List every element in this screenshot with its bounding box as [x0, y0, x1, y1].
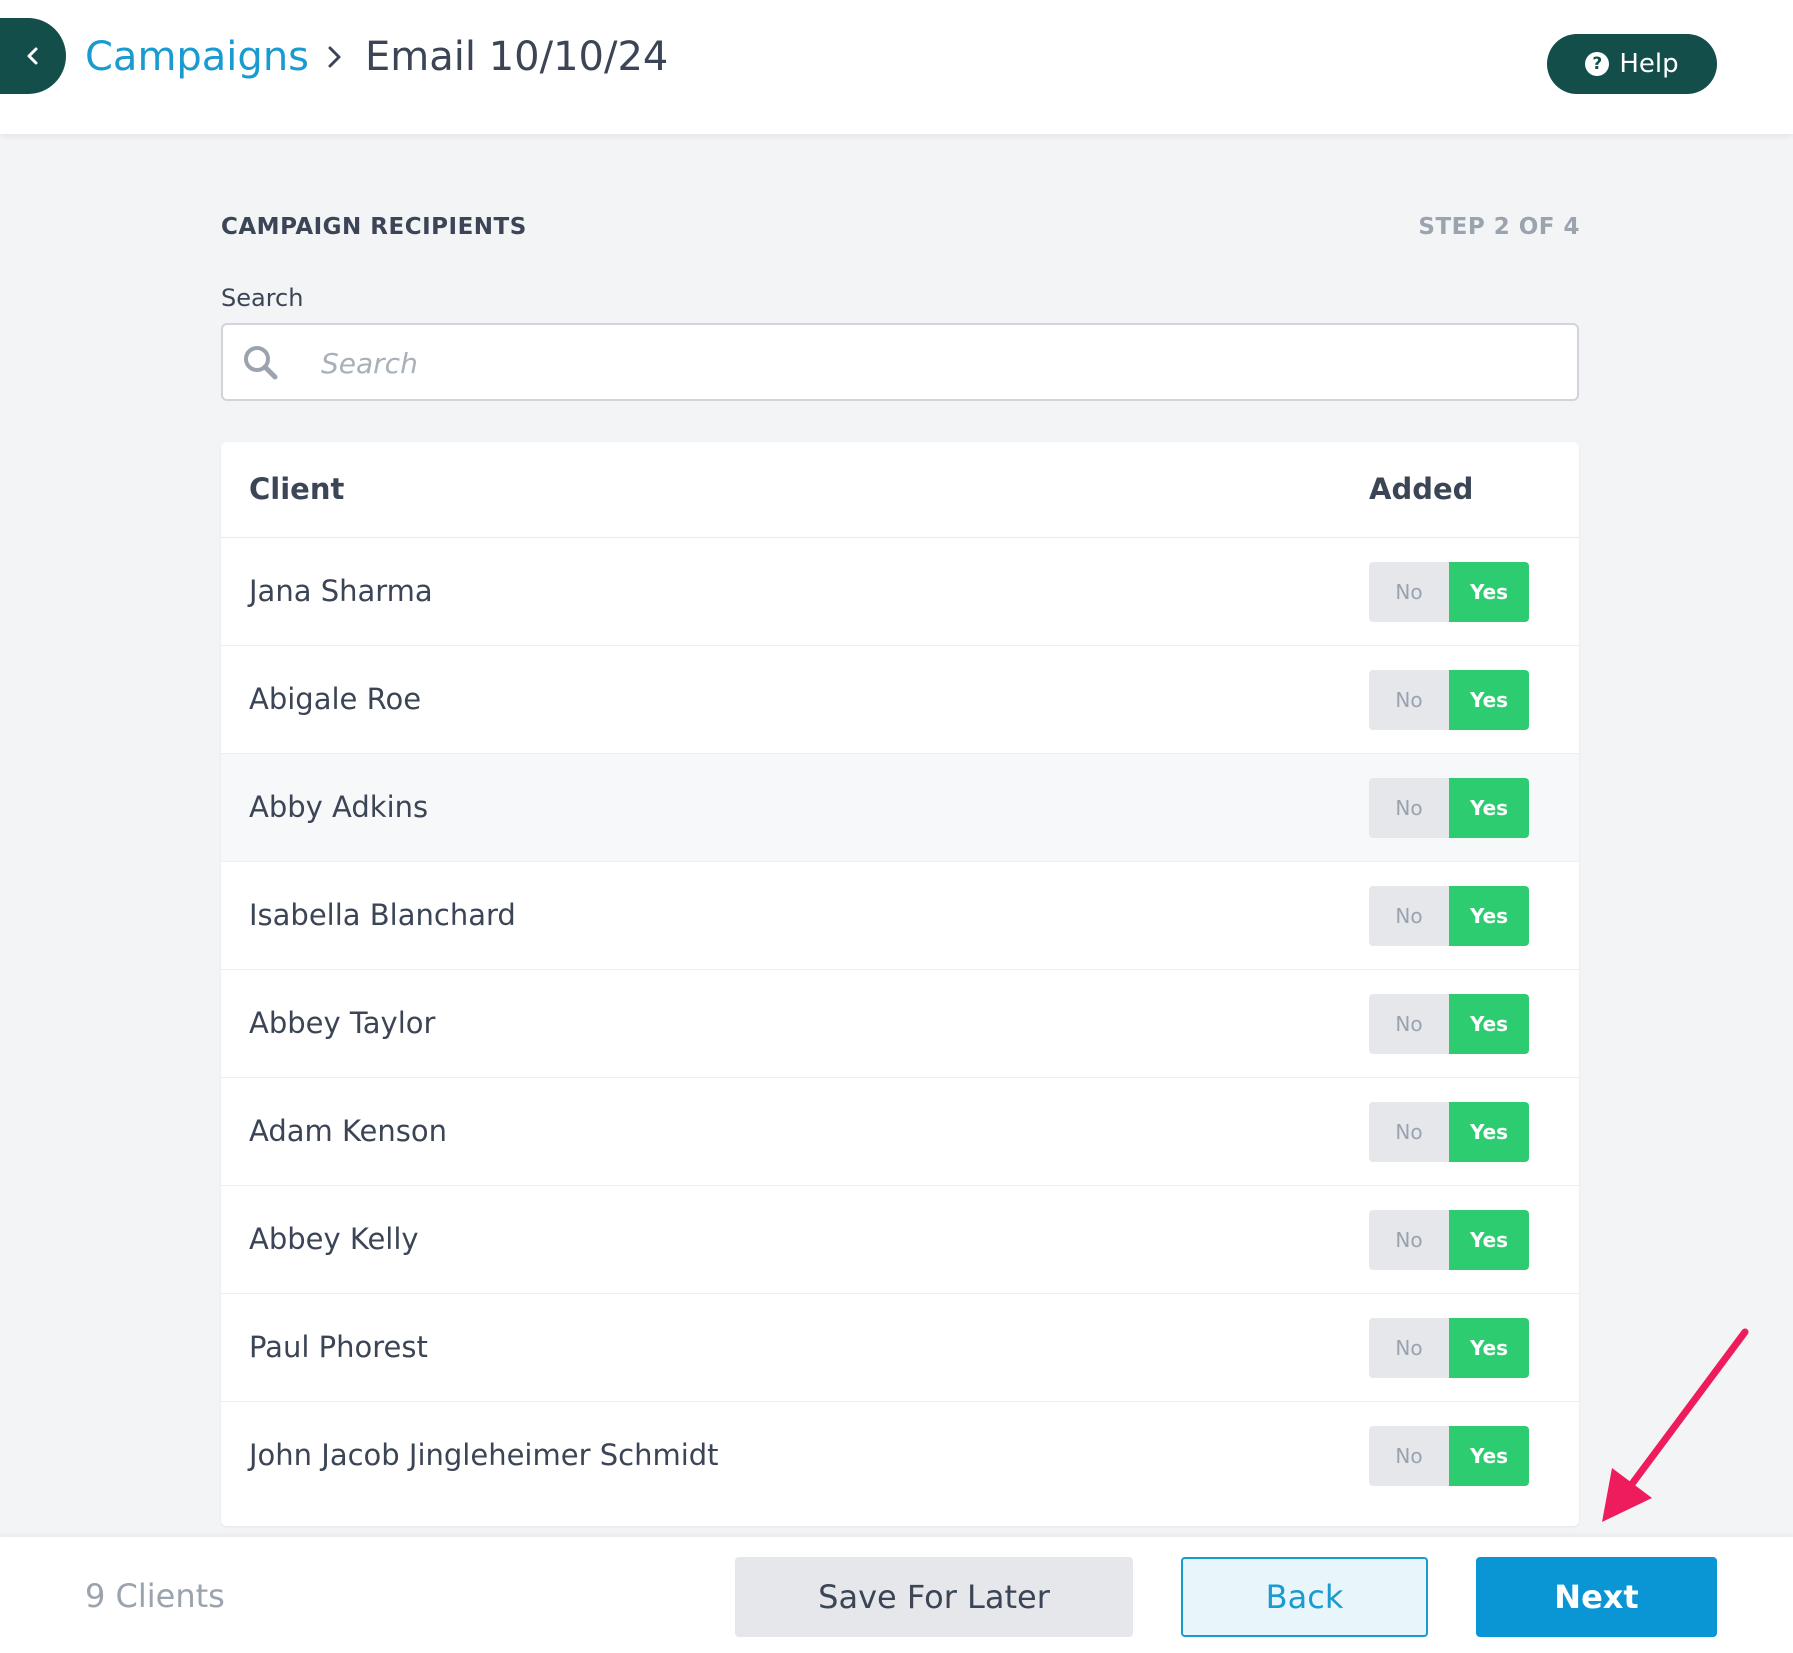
toggle-yes-option[interactable]: Yes [1449, 670, 1529, 730]
footer-bar: 9 Clients Save For Later Back Next [0, 1537, 1793, 1653]
question-circle-icon: ? [1585, 52, 1610, 76]
toggle-no-option[interactable]: No [1369, 562, 1449, 622]
column-header-client: Client [249, 472, 345, 506]
page-title: Email 10/10/24 [365, 34, 669, 80]
toggle-no-option[interactable]: No [1369, 1210, 1449, 1270]
added-toggle[interactable]: No Yes [1369, 562, 1529, 622]
chevron-right-icon [325, 44, 345, 70]
step-indicator: STEP 2 OF 4 [1418, 214, 1580, 240]
breadcrumb-campaigns-link[interactable]: Campaigns [85, 34, 309, 80]
table-row: Abby Adkins No Yes [221, 754, 1579, 862]
client-name: Abbey Taylor [249, 1006, 436, 1040]
client-name: John Jacob Jingleheimer Schmidt [249, 1438, 719, 1472]
toggle-no-option[interactable]: No [1369, 886, 1449, 946]
toggle-yes-option[interactable]: Yes [1449, 1210, 1529, 1270]
toggle-no-option[interactable]: No [1369, 1318, 1449, 1378]
added-toggle[interactable]: No Yes [1369, 670, 1529, 730]
table-row: Abbey Kelly No Yes [221, 1186, 1579, 1294]
search-label: Search [221, 284, 304, 312]
save-for-later-button[interactable]: Save For Later [735, 1557, 1133, 1637]
breadcrumb: Campaigns Email 10/10/24 [85, 34, 668, 80]
search-icon [244, 346, 278, 380]
toggle-no-option[interactable]: No [1369, 670, 1449, 730]
table-row: Adam Kenson No Yes [221, 1078, 1579, 1186]
column-header-added: Added [1369, 472, 1474, 506]
table-row: Jana Sharma No Yes [221, 538, 1579, 646]
toggle-no-option[interactable]: No [1369, 1102, 1449, 1162]
client-name: Adam Kenson [249, 1114, 448, 1148]
added-toggle[interactable]: No Yes [1369, 1210, 1529, 1270]
table-row: Abbey Taylor No Yes [221, 970, 1579, 1078]
toggle-yes-option[interactable]: Yes [1449, 886, 1529, 946]
chevron-left-icon [27, 47, 38, 65]
top-bar: Campaigns Email 10/10/24 ? Help [0, 0, 1793, 134]
next-button[interactable]: Next [1476, 1557, 1717, 1637]
client-name: Isabella Blanchard [249, 898, 516, 932]
toggle-no-option[interactable]: No [1369, 1426, 1449, 1486]
toggle-no-option[interactable]: No [1369, 994, 1449, 1054]
table-header: Client Added [221, 442, 1579, 538]
client-name: Paul Phorest [249, 1330, 428, 1364]
back-button[interactable]: Back [1181, 1557, 1428, 1637]
added-toggle[interactable]: No Yes [1369, 1102, 1529, 1162]
table-row: John Jacob Jingleheimer Schmidt No Yes [221, 1402, 1579, 1509]
added-toggle[interactable]: No Yes [1369, 778, 1529, 838]
client-name: Jana Sharma [249, 574, 433, 608]
search-box [221, 323, 1579, 401]
help-button[interactable]: ? Help [1547, 34, 1717, 94]
added-toggle[interactable]: No Yes [1369, 886, 1529, 946]
toggle-yes-option[interactable]: Yes [1449, 1426, 1529, 1486]
recipients-table: Client Added Jana Sharma No Yes Abigale … [221, 442, 1579, 1526]
added-toggle[interactable]: No Yes [1369, 1318, 1529, 1378]
annotation-arrow-icon [1602, 1328, 1749, 1522]
back-nav-button[interactable] [0, 18, 66, 94]
client-count: 9 Clients [85, 1577, 225, 1615]
client-name: Abbey Kelly [249, 1222, 419, 1256]
help-button-label: Help [1619, 49, 1679, 79]
client-name: Abby Adkins [249, 790, 429, 824]
toggle-yes-option[interactable]: Yes [1449, 778, 1529, 838]
table-row: Abigale Roe No Yes [221, 646, 1579, 754]
toggle-yes-option[interactable]: Yes [1449, 562, 1529, 622]
added-toggle[interactable]: No Yes [1369, 994, 1529, 1054]
toggle-yes-option[interactable]: Yes [1449, 1102, 1529, 1162]
toggle-yes-option[interactable]: Yes [1449, 1318, 1529, 1378]
section-title: CAMPAIGN RECIPIENTS [221, 214, 527, 240]
toggle-yes-option[interactable]: Yes [1449, 994, 1529, 1054]
added-toggle[interactable]: No Yes [1369, 1426, 1529, 1486]
client-name: Abigale Roe [249, 682, 422, 716]
toggle-no-option[interactable]: No [1369, 778, 1449, 838]
search-input[interactable] [319, 325, 1563, 401]
table-row: Isabella Blanchard No Yes [221, 862, 1579, 970]
table-row: Paul Phorest No Yes [221, 1294, 1579, 1402]
